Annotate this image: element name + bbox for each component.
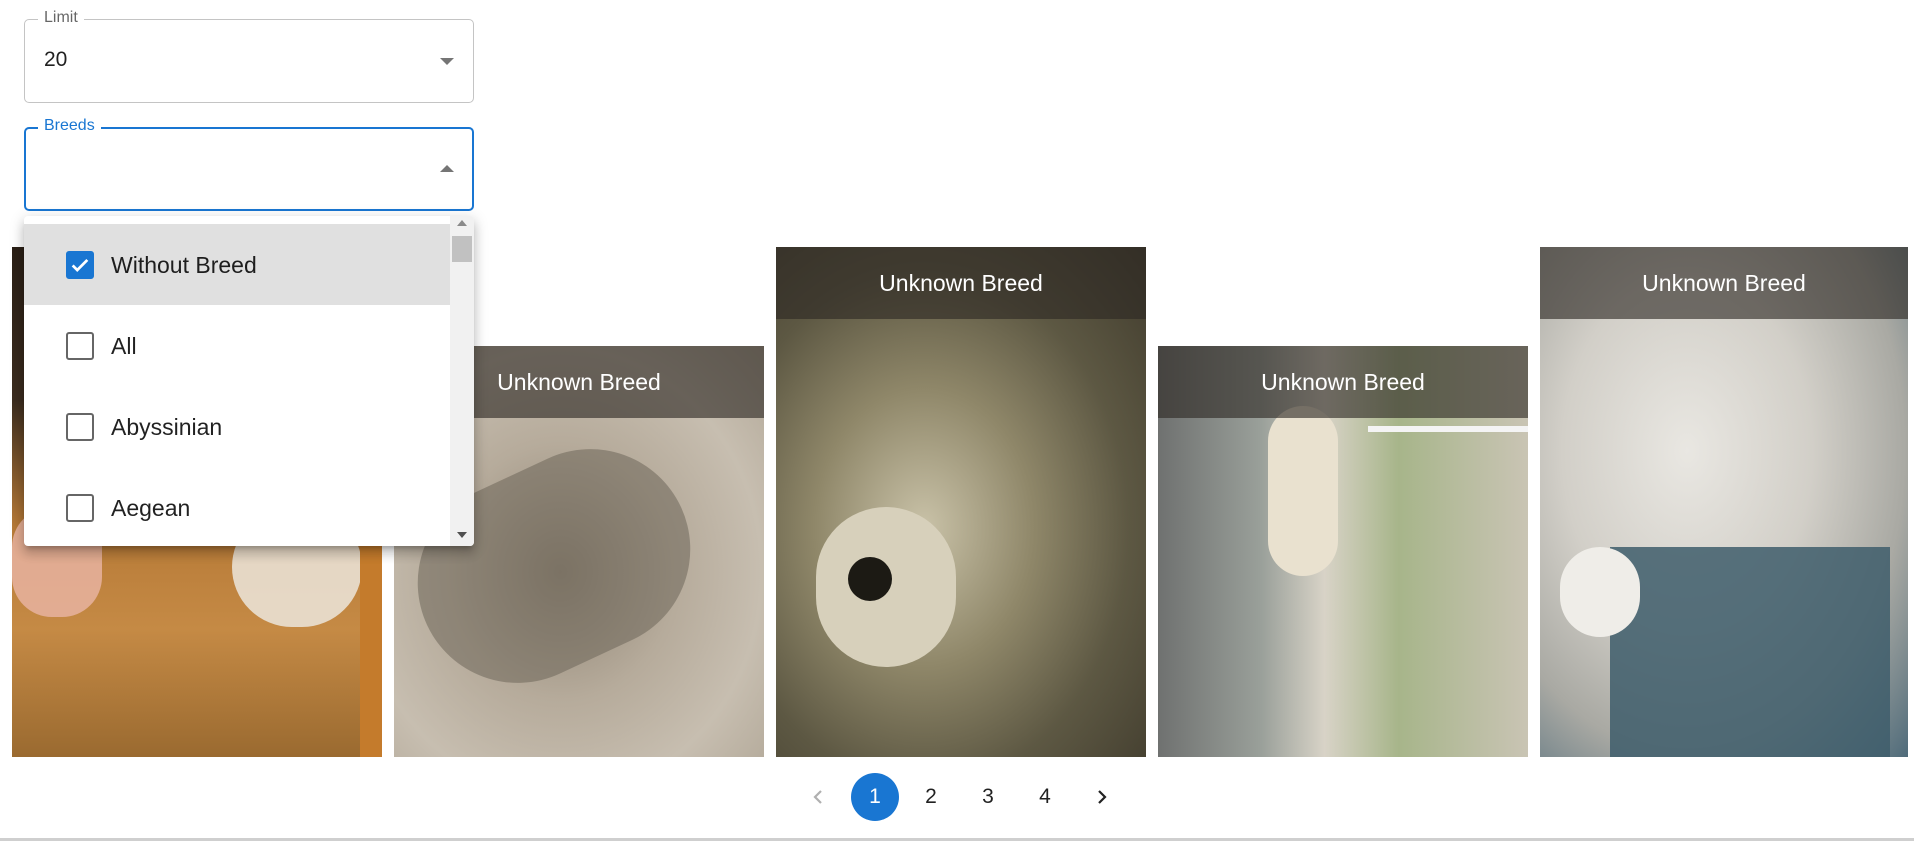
- breeds-label: Breeds: [38, 116, 101, 136]
- breed-caption-bar: Unknown Breed: [1158, 346, 1528, 418]
- page-button-4[interactable]: 4: [1021, 773, 1069, 821]
- previous-page-button[interactable]: [794, 773, 842, 821]
- breed-option-label: Abyssinian: [111, 413, 223, 440]
- page-button-1[interactable]: 1: [851, 773, 899, 821]
- limit-select-outline: [24, 19, 474, 103]
- menu-scrollbar[interactable]: [450, 216, 474, 546]
- checkbox-icon[interactable]: [66, 493, 94, 522]
- cat-photo: [776, 247, 1146, 757]
- breeds-select-outline: [24, 127, 474, 211]
- cat-image-tile[interactable]: Unknown Breed: [1540, 247, 1908, 757]
- breed-caption: Unknown Breed: [1261, 368, 1425, 395]
- scroll-down-arrow-icon[interactable]: [457, 532, 467, 538]
- next-page-button[interactable]: [1078, 773, 1126, 821]
- scrollbar-thumb[interactable]: [452, 236, 472, 262]
- cat-body-shape: [1268, 406, 1338, 576]
- chevron-left-icon: [813, 790, 822, 804]
- chevron-right-icon: [1098, 790, 1107, 804]
- cat-image-tile[interactable]: Unknown Breed: [776, 247, 1146, 757]
- cat-paw-shape: [1560, 547, 1640, 637]
- scroll-up-arrow-icon[interactable]: [457, 220, 467, 226]
- limit-label: Limit: [38, 8, 84, 28]
- pagination: 1 2 3 4: [0, 773, 1914, 821]
- breed-caption-bar: Unknown Breed: [776, 247, 1146, 319]
- cat-eye-shape: [848, 557, 892, 601]
- limit-value: 20: [44, 48, 68, 71]
- checkbox-icon[interactable]: [66, 331, 94, 360]
- breed-option[interactable]: All: [24, 305, 450, 386]
- breed-option[interactable]: Abyssinian: [24, 386, 450, 467]
- breeds-dropdown-menu[interactable]: Without Breed All Abyssinian Aegean: [24, 216, 474, 546]
- floor-shape: [1610, 547, 1890, 757]
- page-button-2[interactable]: 2: [907, 773, 955, 821]
- dropdown-arrow-icon[interactable]: [440, 58, 454, 65]
- breed-caption: Unknown Breed: [1642, 269, 1806, 296]
- breed-option-label: Aegean: [111, 494, 191, 521]
- breed-option[interactable]: Without Breed: [24, 224, 450, 305]
- cat-image-tile[interactable]: Unknown Breed: [1158, 346, 1528, 757]
- breeds-select[interactable]: Breeds: [24, 116, 474, 211]
- breed-option-label: Without Breed: [111, 251, 257, 278]
- breed-caption: Unknown Breed: [497, 368, 661, 395]
- limit-select[interactable]: Limit 20: [24, 8, 474, 103]
- dropdown-arrow-up-icon[interactable]: [440, 165, 454, 172]
- breed-option-label: All: [111, 332, 137, 359]
- checkbox-checked-icon[interactable]: [66, 250, 94, 279]
- breed-caption-bar: Unknown Breed: [1540, 247, 1908, 319]
- breed-option[interactable]: Aegean: [24, 467, 450, 546]
- page-button-3[interactable]: 3: [964, 773, 1012, 821]
- railing-shape: [1368, 426, 1528, 432]
- breed-caption: Unknown Breed: [879, 269, 1043, 296]
- checkbox-icon[interactable]: [66, 412, 94, 441]
